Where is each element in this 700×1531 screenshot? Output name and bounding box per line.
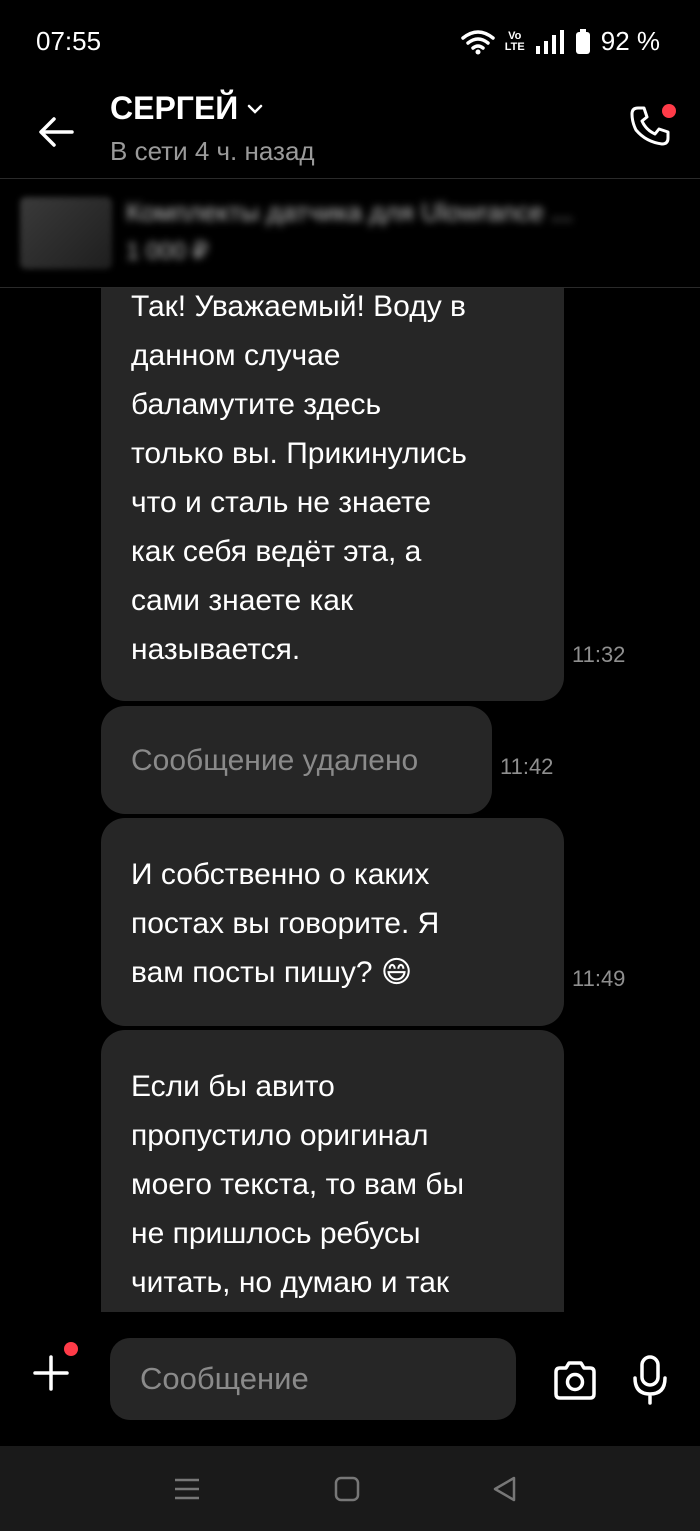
camera-button[interactable]	[552, 1358, 598, 1404]
nav-back-button[interactable]	[490, 1474, 520, 1504]
plus-icon	[33, 1355, 69, 1391]
listing-banner[interactable]: Комплекты датчика для Ulowrance ... 1 00…	[0, 179, 700, 288]
chevron-down-icon	[248, 104, 263, 114]
message-input[interactable]	[110, 1338, 516, 1420]
signal-icon	[535, 29, 564, 54]
contact-name-button[interactable]: СЕРГЕЙ	[110, 90, 264, 127]
call-notification-dot	[662, 104, 676, 118]
message-time: 11:32	[572, 642, 626, 667]
battery-percent: 92 %	[600, 26, 660, 56]
message-bubble[interactable]: И собственно о каких постах вы говорите.…	[101, 818, 564, 1026]
volte-indicator: Vo LTE	[504, 29, 525, 53]
deleted-message-bubble[interactable]: Сообщение удалено	[101, 706, 492, 814]
nav-menu-button[interactable]	[172, 1474, 202, 1504]
message-time: 11:42	[500, 754, 554, 779]
wifi-icon	[461, 29, 495, 54]
status-time: 07:55	[36, 26, 102, 56]
message-text: Так! Уважаемый! Воду в данном случае бал…	[131, 290, 467, 666]
message-bubble[interactable]: Если бы авито пропустило оригинал моего …	[101, 1030, 564, 1312]
contact-name: СЕРГЕЙ	[110, 90, 239, 126]
message-bubble[interactable]: Так! Уважаемый! Воду в данном случае бал…	[101, 288, 564, 701]
battery-icon	[575, 28, 590, 54]
camera-icon	[554, 1361, 596, 1400]
home-square-icon	[334, 1476, 360, 1502]
microphone-icon	[633, 1355, 667, 1405]
chat-header: СЕРГЕЙ В сети 4 ч. назад	[0, 84, 700, 179]
listing-thumbnail	[20, 197, 112, 269]
contact-status: В сети 4 ч. назад	[110, 136, 315, 166]
listing-title: Комплекты датчика для Ulowrance ...	[126, 197, 573, 227]
microphone-button[interactable]	[630, 1354, 670, 1406]
arrow-left-icon	[39, 117, 74, 147]
volte-top: Vo	[508, 29, 522, 42]
nav-home-button[interactable]	[332, 1474, 362, 1504]
attach-notification-dot	[64, 1342, 78, 1356]
attach-button[interactable]	[30, 1342, 78, 1394]
listing-price: 1 000 ₽	[126, 238, 208, 265]
back-triangle-icon	[493, 1476, 516, 1502]
volte-bottom: LTE	[504, 40, 525, 53]
message-text: И собственно о каких постах вы говорите.…	[131, 858, 440, 989]
status-icons: Vo LTE 92 %	[461, 26, 660, 57]
menu-icon	[175, 1478, 199, 1500]
message-text: Если бы авито пропустило оригинал моего …	[131, 1070, 465, 1299]
message-input-bar	[0, 1312, 700, 1446]
system-nav-bar	[0, 1446, 700, 1531]
call-button[interactable]	[626, 102, 676, 150]
message-time: 11:49	[572, 966, 626, 991]
back-button[interactable]	[34, 110, 78, 154]
message-text: Сообщение удалено	[131, 744, 419, 777]
status-bar: 07:55 Vo LTE 92 %	[0, 0, 700, 84]
message-list[interactable]: Так! Уважаемый! Воду в данном случае бал…	[0, 288, 700, 1312]
